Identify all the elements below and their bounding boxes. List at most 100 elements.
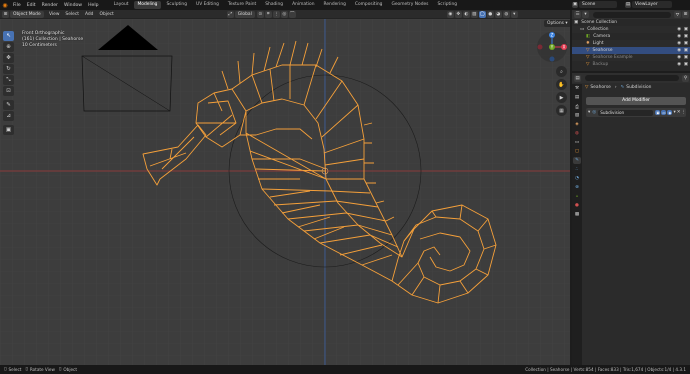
tab-scripting[interactable]: Scripting [433,1,461,9]
shading-material-icon[interactable]: ◕ [494,10,502,18]
shading-wireframe-icon[interactable]: ◯ [478,10,486,18]
tab-modeling[interactable]: Modeling [133,1,162,9]
transform-orientation[interactable]: Global [234,10,255,18]
transform-tool-icon[interactable]: ⊡ [3,86,14,96]
view-layer-tab-icon[interactable]: ▧ [573,112,581,119]
viewport-menu-add[interactable]: Add [82,12,97,17]
object-tab-icon[interactable]: ▢ [573,148,581,155]
outliner-row[interactable]: ▽ Seahorse ◉ ▣ [572,47,690,54]
transform-orientation-icon[interactable]: ⤢ [226,10,234,18]
cursor-tool-icon[interactable]: ⊕ [3,42,14,52]
render-camera-icon[interactable]: ▣ [684,47,688,54]
visibility-icon[interactable]: ◉ [446,10,454,18]
gizmo-toggle-icon[interactable]: ✥ [454,10,462,18]
outliner-editor-icon[interactable]: ☰ [574,11,581,18]
options-button[interactable]: Options ▾ [544,20,570,27]
outliner-row[interactable]: ✹ Light ◉ ▣ [572,40,690,47]
display-mode-icon[interactable]: ▾ [582,11,589,18]
properties-editor-icon[interactable]: ▤ [574,74,581,82]
tab-geometry-nodes[interactable]: Geometry Nodes [387,1,432,9]
modifier-menu-icon[interactable]: ▾ [673,110,675,115]
falloff-icon[interactable]: ⌒ [288,10,296,18]
zoom-icon[interactable]: ⌕ [556,66,567,77]
shading-options-icon[interactable]: ▾ [510,10,518,18]
render-toggle-icon[interactable]: ◉ [667,110,673,115]
new-collection-icon[interactable]: ⊞ [682,11,689,18]
tab-texture-paint[interactable]: Texture Paint [224,1,260,9]
perspective-toggle-icon[interactable]: ▦ [556,105,567,116]
render-tab-icon[interactable]: ▤ [573,94,581,101]
texture-tab-icon[interactable]: ▩ [573,211,581,218]
mode-selector[interactable]: Object Mode [10,10,44,18]
scale-tool-icon[interactable]: ⤡ [3,75,14,85]
render-camera-icon[interactable]: ▣ [684,33,688,40]
outliner-search-input[interactable] [593,11,671,18]
pivot-icon[interactable]: ⊙ [256,10,264,18]
render-camera-icon[interactable]: ▣ [684,26,688,33]
collection-tab-icon[interactable]: ▭ [573,139,581,146]
add-modifier-button[interactable]: Add Modifier [586,97,686,105]
tab-sculpting[interactable]: Sculpting [162,1,191,9]
outliner-row[interactable]: ▣ Scene Collection [572,19,690,26]
render-camera-icon[interactable]: ▣ [684,54,688,61]
outliner-row[interactable]: ▽ Backup ◉ ▣ [572,61,690,68]
viewport-menu-view[interactable]: View [46,12,62,17]
snap-icon[interactable]: ⌗ [264,10,272,18]
menu-render[interactable]: Render [39,3,61,8]
visibility-eye-icon[interactable]: ◉ [677,40,681,47]
tab-animation[interactable]: Animation [288,1,318,9]
viewport-toggle-icon[interactable]: ▭ [661,110,667,115]
visibility-eye-icon[interactable]: ◉ [677,26,681,33]
tab-rendering[interactable]: Rendering [319,1,349,9]
editor-type-icon[interactable]: ⊞ [2,10,9,18]
viewport-menu-object[interactable]: Object [96,12,116,17]
outliner-row[interactable]: ▽ Seahorse Example ◉ ▣ [572,54,690,61]
tool-tab-icon[interactable]: ⚒ [573,85,581,92]
constraints-tab-icon[interactable]: ⊗ [573,184,581,191]
select-box-tool-icon[interactable]: ↖ [3,31,14,41]
properties-search-input[interactable] [585,75,679,81]
visibility-eye-icon[interactable]: ◉ [677,33,681,40]
filter-icon[interactable]: ⛛ [674,11,681,18]
view-layer-name[interactable]: ViewLayer [632,1,672,8]
blender-logo-icon[interactable]: ◉ [0,0,10,10]
view-layer-selector[interactable]: ▤ ViewLayer [625,1,672,8]
editmode-toggle-icon[interactable]: ▣ [655,110,661,115]
menu-edit[interactable]: Edit [24,3,39,8]
xray-icon[interactable]: ▨ [470,10,478,18]
physics-tab-icon[interactable]: ◔ [573,175,581,182]
measure-tool-icon[interactable]: ⊿ [3,111,14,121]
shading-rendered-icon[interactable]: ◍ [502,10,510,18]
camera-view-icon[interactable]: ▶ [556,92,567,103]
scene-tab-icon[interactable]: ◈ [573,121,581,128]
output-tab-icon[interactable]: ⎙ [573,103,581,110]
tab-layout[interactable]: Layout [110,1,133,9]
visibility-eye-icon[interactable]: ◉ [677,54,681,61]
tab-compositing[interactable]: Compositing [351,1,387,9]
visibility-eye-icon[interactable]: ◉ [677,61,681,68]
move-tool-icon[interactable]: ✥ [3,53,14,63]
pin-icon[interactable]: ⚲ [682,74,689,82]
menu-file[interactable]: File [10,3,24,8]
menu-window[interactable]: Window [61,3,85,8]
drag-handle-icon[interactable]: ⋮ [682,110,687,115]
add-cube-tool-icon[interactable]: ▣ [3,125,14,135]
tab-uv-editing[interactable]: UV Editing [192,1,223,9]
render-camera-icon[interactable]: ▣ [684,61,688,68]
material-tab-icon[interactable]: ● [573,202,581,209]
outliner-row[interactable]: ▭ Collection ◉ ▣ [572,26,690,33]
visibility-eye-icon[interactable]: ◉ [677,47,681,54]
scene-selector[interactable]: ▣ Scene [572,1,617,8]
snap-target-icon[interactable]: ⋮ [272,10,280,18]
menu-help[interactable]: Help [85,3,101,8]
outliner-row[interactable]: ◧ Camera ◉ ▣ [572,33,690,40]
proportional-edit-icon[interactable]: ◎ [280,10,288,18]
rotate-tool-icon[interactable]: ↻ [3,64,14,74]
navigation-gizmo[interactable]: Z X Y [536,31,568,63]
modifier-tab-icon[interactable]: ✎ [573,157,581,164]
data-tab-icon[interactable]: ▵ [573,193,581,200]
pan-hand-icon[interactable]: ✋ [556,79,567,90]
world-tab-icon[interactable]: ◍ [573,130,581,137]
overlay-toggle-icon[interactable]: ◐ [462,10,470,18]
scene-name[interactable]: Scene [579,1,617,8]
